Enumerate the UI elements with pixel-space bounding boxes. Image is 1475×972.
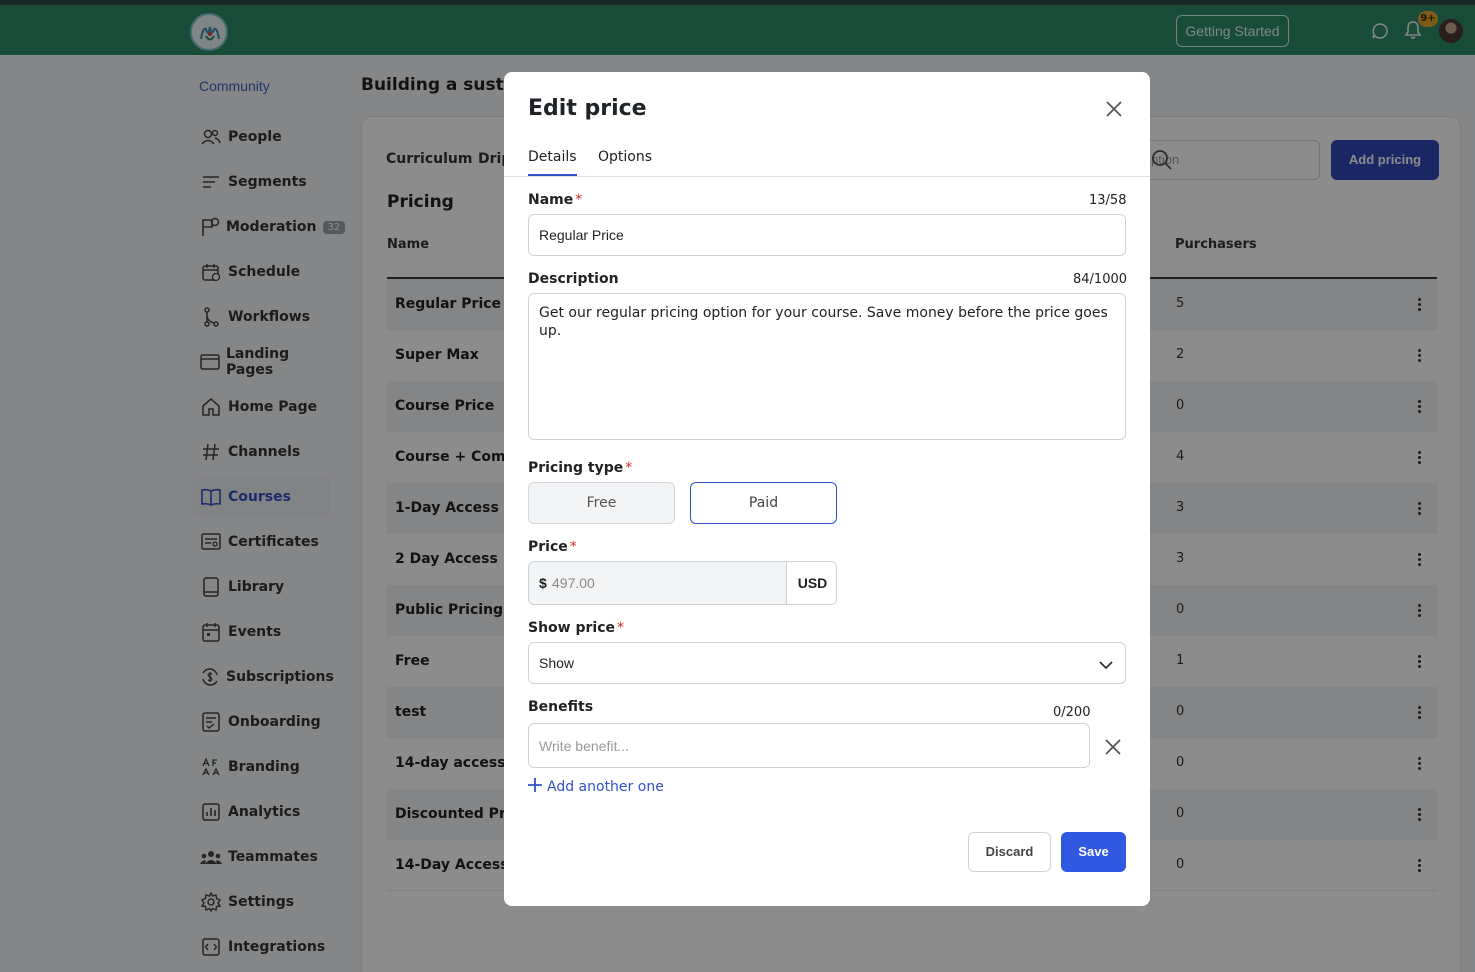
description-char-counter: 84/1000 — [1073, 272, 1128, 287]
description-label: Description — [528, 271, 619, 287]
save-button[interactable]: Save — [1061, 832, 1126, 872]
benefit-placeholder: Write benefit... — [539, 737, 630, 754]
price-input-group[interactable]: $ 497.00 USD — [528, 561, 837, 605]
close-icon[interactable] — [1104, 99, 1124, 119]
show-price-label: Show price * — [528, 620, 624, 636]
edit-price-dialog: Edit price Details Options Name * 13/58 R… — [504, 72, 1150, 906]
pricing-type-paid-button[interactable]: Paid — [690, 482, 837, 524]
description-field[interactable]: Get our regular pricing option for your … — [528, 293, 1126, 440]
name-label: Name * — [528, 192, 583, 208]
required-marker: * — [625, 460, 633, 476]
tab-options[interactable]: Options — [598, 149, 652, 165]
currency-select[interactable]: USD — [786, 562, 836, 604]
required-marker: * — [575, 192, 583, 208]
discard-button[interactable]: Discard — [968, 832, 1051, 872]
benefit-input[interactable]: Write benefit... — [528, 723, 1090, 768]
required-marker: * — [617, 620, 624, 636]
price-label: Price * — [528, 539, 577, 555]
show-price-select[interactable]: Show — [528, 642, 1126, 684]
add-another-benefit-link[interactable]: Add another one — [528, 778, 664, 796]
tab-divider — [504, 176, 1150, 177]
name-field-value: Regular Price — [539, 227, 624, 243]
name-char-counter: 13/58 — [1089, 193, 1127, 208]
required-marker: * — [569, 539, 577, 555]
plus-icon — [528, 778, 542, 796]
benefits-char-counter: 0/200 — [1053, 705, 1091, 720]
price-field[interactable]: 497.00 — [552, 575, 595, 591]
chevron-down-icon — [1099, 657, 1113, 673]
add-another-label: Add another one — [547, 779, 664, 795]
show-price-value: Show — [539, 655, 575, 671]
remove-benefit-icon[interactable] — [1103, 737, 1123, 757]
dialog-title: Edit price — [528, 96, 647, 121]
pricing-type-free-button[interactable]: Free — [528, 482, 675, 524]
benefits-label: Benefits — [528, 699, 594, 715]
currency-symbol: $ — [539, 575, 547, 591]
tab-details[interactable]: Details — [528, 149, 577, 176]
pricing-type-label: Pricing type * — [528, 460, 633, 476]
name-field[interactable]: Regular Price — [528, 214, 1126, 256]
